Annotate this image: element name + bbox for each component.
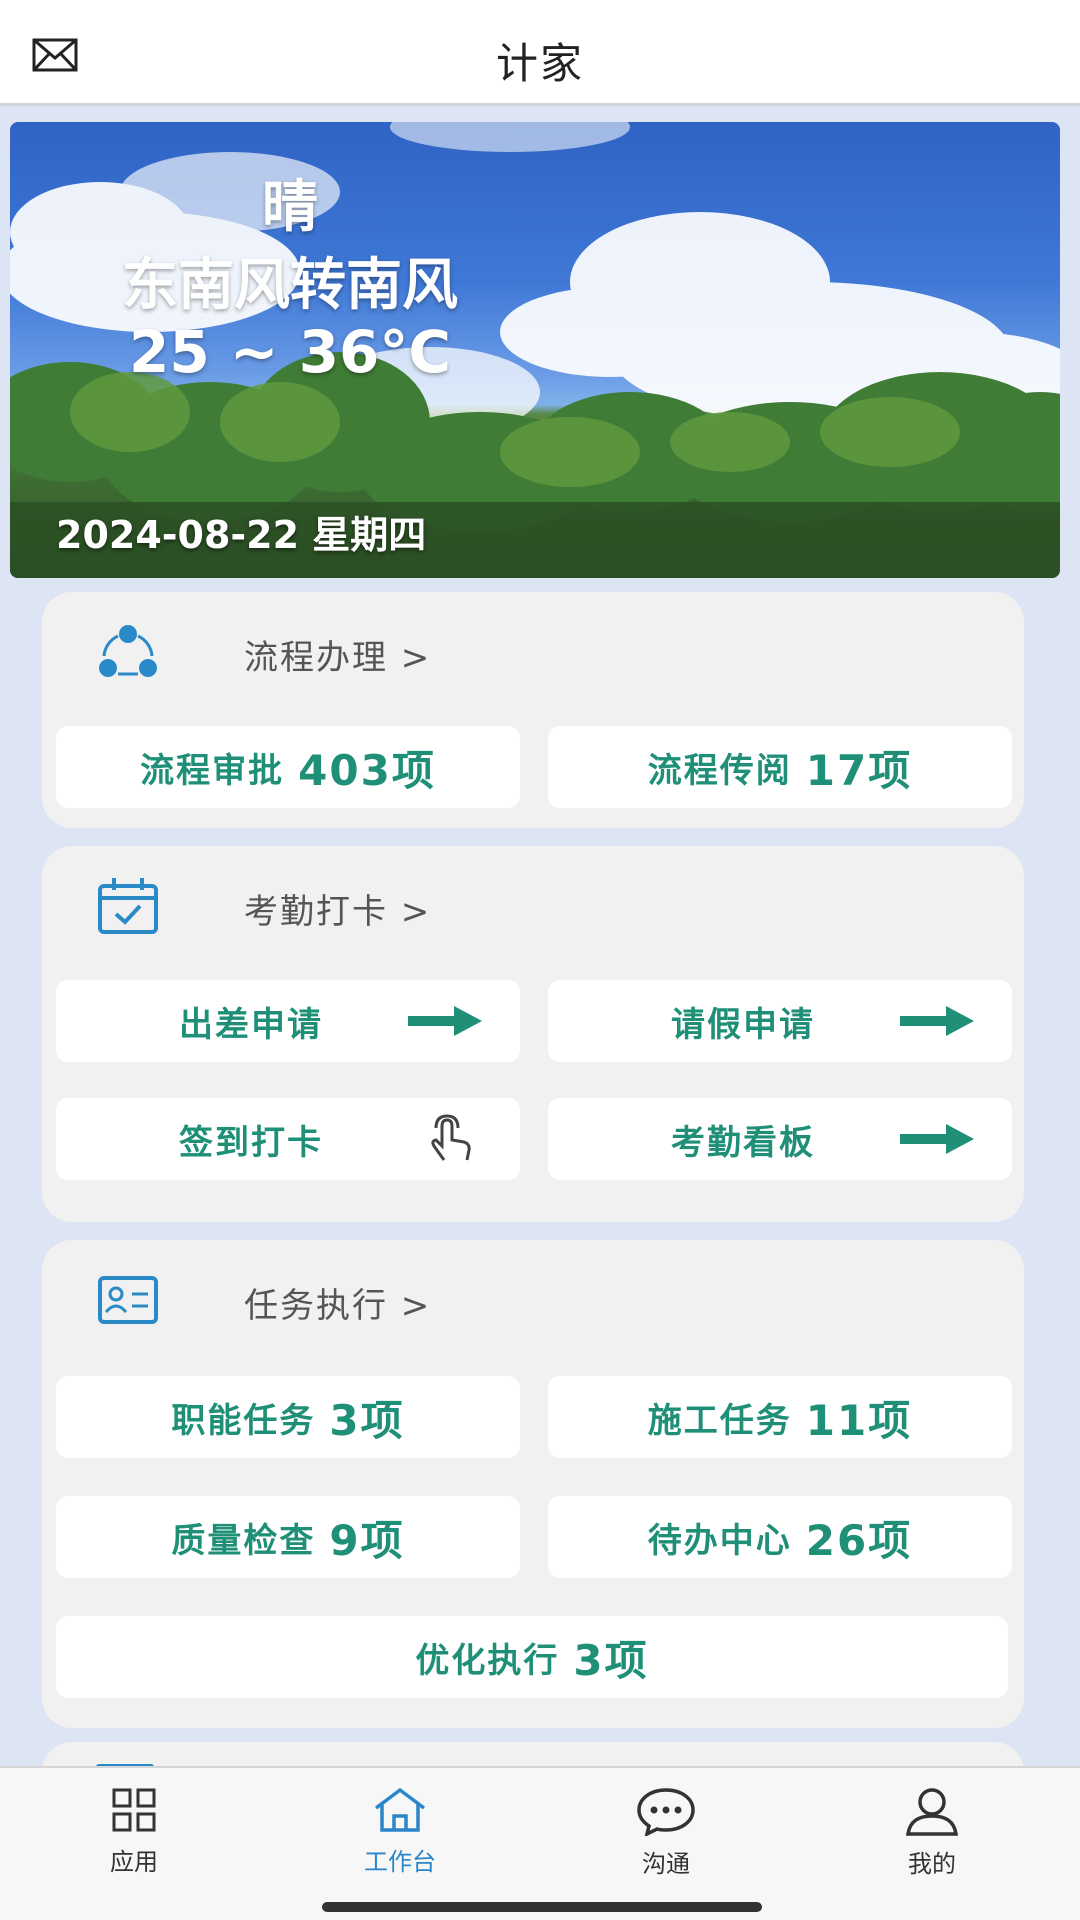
weather-wind: 东南风转南风 — [122, 253, 458, 318]
nav-workbench[interactable]: 工作台 — [320, 1786, 480, 1877]
arrow-right-icon — [408, 1006, 482, 1036]
process-card: 流程办理 > 流程审批 403项 流程传阅 17项 — [42, 592, 1024, 828]
arrow-right-icon — [900, 1124, 974, 1154]
process-approval-tile[interactable]: 流程审批 403项 — [56, 726, 520, 808]
construction-task-tile[interactable]: 施工任务 11项 — [548, 1376, 1012, 1458]
attendance-title: 考勤打卡 > — [244, 892, 432, 932]
grid-icon — [112, 1788, 156, 1832]
user-icon — [905, 1788, 959, 1836]
check-in-tile[interactable]: 签到打卡 — [56, 1098, 520, 1180]
tile-label: 施工任务 — [647, 1400, 792, 1441]
tile-count: 17项 — [805, 745, 913, 795]
tile-label: 考勤看板 — [671, 1122, 815, 1163]
tile-count: 3项 — [329, 1395, 405, 1445]
nav-apps[interactable]: 应用 — [54, 1786, 214, 1877]
arrow-right-icon — [900, 1006, 974, 1036]
tasks-card: 任务执行 > 职能任务 3项 施工任务 11项 质量检查 9项 待办中心 26项… — [42, 1240, 1024, 1728]
process-title: 流程办理 > — [244, 638, 432, 678]
home-icon — [374, 1787, 426, 1832]
nav-label: 我的 — [908, 1850, 956, 1878]
tile-label: 出差申请 — [179, 1004, 323, 1045]
home-indicator — [322, 1902, 762, 1912]
attendance-board-tile[interactable]: 考勤看板 — [548, 1098, 1012, 1180]
tile-count: 3项 — [573, 1635, 649, 1685]
tile-count: 26项 — [805, 1515, 913, 1565]
tile-count: 9项 — [329, 1515, 405, 1565]
page-title: 计家 — [495, 39, 584, 88]
attendance-card: 考勤打卡 > 出差申请 请假申请 签到打卡 考勤看板 — [42, 846, 1024, 1222]
nav-chat[interactable]: 沟通 — [586, 1786, 746, 1879]
share-nodes-icon — [99, 625, 157, 677]
nav-label: 应用 — [110, 1848, 158, 1876]
top-bar: 计家 — [0, 0, 1080, 106]
tile-label: 职能任务 — [171, 1400, 316, 1441]
nav-label: 沟通 — [642, 1850, 690, 1878]
weather-banner: 晴 东南风转南风 25 ~ 36°C 2024-08-22 星期四 — [10, 122, 1060, 578]
attendance-header[interactable]: 考勤打卡 > — [42, 872, 1024, 942]
process-header[interactable]: 流程办理 > — [42, 618, 1024, 688]
leave-request-tile[interactable]: 请假申请 — [548, 980, 1012, 1062]
tile-count: 403项 — [298, 745, 436, 795]
business-trip-tile[interactable]: 出差申请 — [56, 980, 520, 1062]
tile-label: 流程审批 — [140, 750, 285, 791]
tile-label: 签到打卡 — [179, 1122, 323, 1163]
tile-label: 待办中心 — [647, 1520, 792, 1561]
optimization-tile[interactable]: 优化执行 3项 — [56, 1616, 1008, 1698]
tile-label: 质量检查 — [171, 1520, 316, 1561]
functional-task-tile[interactable]: 职能任务 3项 — [56, 1376, 520, 1458]
bottom-nav: 应用 工作台 沟通 我的 — [0, 1766, 1080, 1920]
tile-label: 流程传阅 — [647, 750, 792, 791]
process-circulation-tile[interactable]: 流程传阅 17项 — [548, 726, 1012, 808]
touch-icon — [431, 1114, 471, 1161]
tasks-header[interactable]: 任务执行 > — [42, 1266, 1024, 1336]
nav-me[interactable]: 我的 — [852, 1786, 1012, 1879]
todo-center-tile[interactable]: 待办中心 26项 — [548, 1496, 1012, 1578]
tasks-title: 任务执行 > — [244, 1286, 432, 1326]
weather-condition: 晴 — [262, 175, 318, 240]
calendar-check-icon — [98, 878, 158, 934]
weather-temperature: 25 ~ 36°C — [129, 318, 451, 386]
tile-count: 11项 — [805, 1395, 913, 1445]
nav-label: 工作台 — [364, 1848, 436, 1876]
id-card-icon — [98, 1276, 158, 1324]
quality-check-tile[interactable]: 质量检查 9项 — [56, 1496, 520, 1578]
chat-icon — [637, 1788, 695, 1836]
weather-date: 2024-08-22 星期四 — [56, 513, 427, 557]
tile-label: 请假申请 — [671, 1004, 815, 1045]
tile-label: 优化执行 — [415, 1640, 560, 1681]
